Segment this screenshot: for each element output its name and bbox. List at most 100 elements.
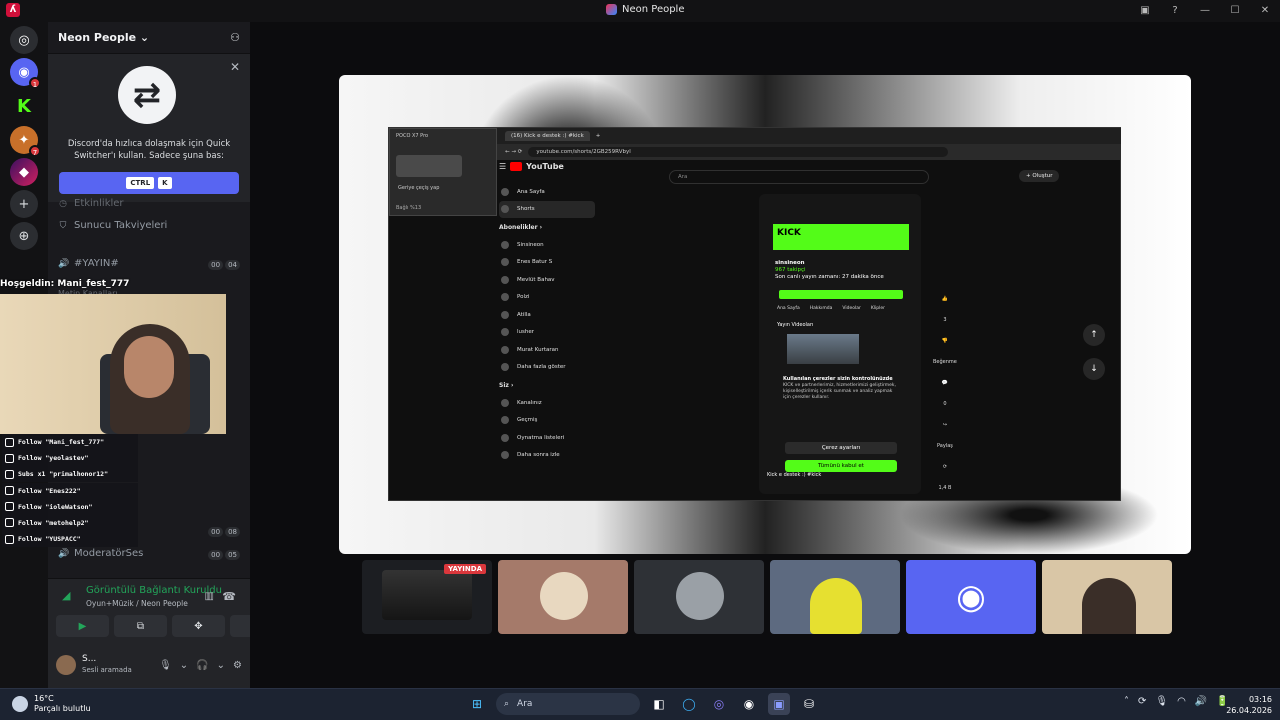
taskbar-search[interactable]: ⌕ Ara <box>496 693 640 715</box>
dislike-icon: 👎 <box>941 338 949 344</box>
remix-icon: ⟳ <box>942 464 948 470</box>
poco-button <box>396 155 462 177</box>
app-icon[interactable]: ◎ <box>708 693 730 715</box>
follow-row: Follow "metohelp2" <box>2 514 138 531</box>
screen-share-stream[interactable]: POCO X7 Pro Geriye çeçiş yap Bağlı %13 (… <box>339 75 1191 554</box>
time: 03:16 <box>1248 695 1272 704</box>
quick-switcher-text: Discord'da hızlıca dolaşmak için Quick S… <box>67 139 231 161</box>
microphone-icon[interactable]: 🎙 <box>159 660 172 671</box>
yt-sub-item: lusher <box>499 324 595 342</box>
user-info[interactable]: S... Sesli aramada <box>82 654 132 676</box>
user-icon <box>5 534 14 544</box>
kick-server-icon[interactable]: K <box>10 92 38 120</box>
screen-share-button[interactable]: ⧉ <box>114 615 167 637</box>
main-stage: POCO X7 Pro Geriye çeçiş yap Bağlı %13 (… <box>250 22 1280 688</box>
channel-count: 00 04 <box>208 260 240 270</box>
signal-icon: ◢ <box>62 589 71 602</box>
headphones-icon[interactable]: 🎧 <box>196 660 208 671</box>
edge-icon[interactable]: ◯ <box>678 693 700 715</box>
weather-widget[interactable]: 16°C Parçalı bulutlu <box>12 694 91 714</box>
discord-server-icon[interactable]: ◉ 1 <box>10 58 41 89</box>
voice-channel-path[interactable]: Oyun+Müzik / Neon People <box>86 599 188 608</box>
chevron-up-icon[interactable]: ˄ <box>1124 696 1129 707</box>
channel-avatar <box>501 328 509 337</box>
channel-avatar <box>501 293 509 302</box>
yt-sub-item: Enes Batur S <box>499 254 595 272</box>
add-server-icon[interactable]: + <box>10 190 38 218</box>
boost-icon: ⛉ <box>59 220 67 231</box>
obs-icon[interactable]: ◉ <box>738 693 760 715</box>
discord-home-icon[interactable]: ◎ <box>10 26 38 54</box>
notification-badge: 1 <box>29 77 41 89</box>
user-tools: 🎙 ⌄ 🎧 ⌄ ⚙ <box>159 660 242 671</box>
like-count: 3 <box>943 317 947 323</box>
yt-you-header: Siz › <box>499 381 514 389</box>
neon-server-icon[interactable]: ◆ <box>10 158 38 186</box>
channel-boosts[interactable]: ⛉ Sunucu Takviyeleri <box>58 220 168 231</box>
streamer-face <box>124 336 174 398</box>
quick-switcher-button[interactable]: CTRL K <box>59 172 239 194</box>
comment-count: 0 <box>943 401 947 407</box>
participant-tile[interactable]: ◉ <box>906 560 1036 634</box>
participant-video <box>1082 578 1136 634</box>
key-ctrl: CTRL <box>126 177 155 189</box>
disconnect-icon[interactable]: ☎ <box>222 590 236 603</box>
wifi-icon[interactable]: ◠ <box>1177 696 1186 707</box>
close-button[interactable]: ✕ <box>1250 0 1280 22</box>
count-a: 00 <box>208 260 224 270</box>
user-icon <box>5 453 14 463</box>
camera-button[interactable]: ▶ <box>56 615 109 637</box>
chevron-down-icon[interactable]: ⌄ <box>217 660 225 671</box>
follow-row: Follow "Mani_fest_777" <box>2 434 138 450</box>
start-icon[interactable]: ⊞ <box>466 693 488 715</box>
speaker-icon: 🔊 <box>58 258 70 269</box>
volume-icon[interactable]: 🔊 <box>1195 696 1207 707</box>
channel-yayin[interactable]: 🔊 #YAYIN# <box>58 258 119 269</box>
server-header[interactable]: Neon People ⌄ ⚇ <box>48 22 250 54</box>
inbox-icon[interactable]: ▣ <box>1130 0 1160 22</box>
game-server-icon[interactable]: ✦ 7 <box>10 126 41 157</box>
follow-row: Subs x1 "primalhonor12" <box>2 466 138 483</box>
clock[interactable]: 03:16 26.04.2026 <box>1224 694 1272 716</box>
participant-tile[interactable] <box>498 560 628 634</box>
activities-button[interactable]: ✥ <box>172 615 225 637</box>
minimize-button[interactable]: — <box>1190 0 1220 22</box>
channel-moderator-voice[interactable]: 🔊 ModeratörSes <box>58 548 143 559</box>
noise-suppression-icon[interactable]: ▥ <box>205 591 214 602</box>
kick-logo: KICK <box>777 228 801 238</box>
close-icon[interactable]: ✕ <box>230 60 240 74</box>
count-a: 00 <box>208 550 224 560</box>
follow-alerts: Follow "Mani_fest_777" Follow "yeolastev… <box>2 434 138 548</box>
participant-tile[interactable] <box>1042 560 1172 634</box>
discover-icon[interactable]: ⊕ <box>10 222 38 250</box>
system-tray: ˄ ⟳ 🎙 ◠ 🔊 🔋 <box>1124 696 1229 707</box>
channel-avatar <box>501 258 509 267</box>
chevron-down-icon[interactable]: ⌄ <box>180 660 188 671</box>
participant-tile[interactable] <box>634 560 764 634</box>
sync-icon[interactable]: ⟳ <box>1138 696 1146 707</box>
invite-icon[interactable]: ⚇ <box>230 31 240 44</box>
discord-taskbar-icon[interactable]: ▣ <box>768 693 790 715</box>
user-icon <box>5 502 14 512</box>
maximize-button[interactable]: ☐ <box>1220 0 1250 22</box>
microphone-icon[interactable]: 🎙 <box>1155 696 1168 707</box>
settings-gear-icon[interactable]: ⚙ <box>233 660 242 671</box>
channel-events[interactable]: ◷ Etkinlikler <box>58 198 123 209</box>
task-view-icon[interactable]: ◧ <box>648 693 670 715</box>
kick-green-button <box>779 290 903 299</box>
key-k: K <box>158 177 172 189</box>
kick-tabs: Ana Sayfa Hakkımda Videolar Klipler <box>777 306 886 311</box>
youtube-play-icon <box>510 162 523 171</box>
steam-icon[interactable]: ⛁ <box>798 693 820 715</box>
youtube-logo: ☰ YouTube <box>499 162 564 171</box>
browser-tabs: (16) Kick e destek :) #kick + <box>497 128 1121 144</box>
avatar[interactable] <box>56 655 76 675</box>
yt-you-item: Kanalınız <box>499 394 595 412</box>
share-label: Paylaş <box>937 443 953 449</box>
participant-tile[interactable] <box>770 560 900 634</box>
yt-sub-item: Mevlüt Bahav <box>499 271 595 289</box>
help-icon[interactable]: ? <box>1160 0 1190 22</box>
windows-taskbar: 16°C Parçalı bulutlu ⊞ ⌕ Ara ◧ ◯ ◎ ◉ ▣ ⛁… <box>0 688 1280 720</box>
participant-tile[interactable]: YAYINDA <box>362 560 492 634</box>
welcome-text: Hoşgeldin: Mani_fest_777 <box>0 279 130 289</box>
